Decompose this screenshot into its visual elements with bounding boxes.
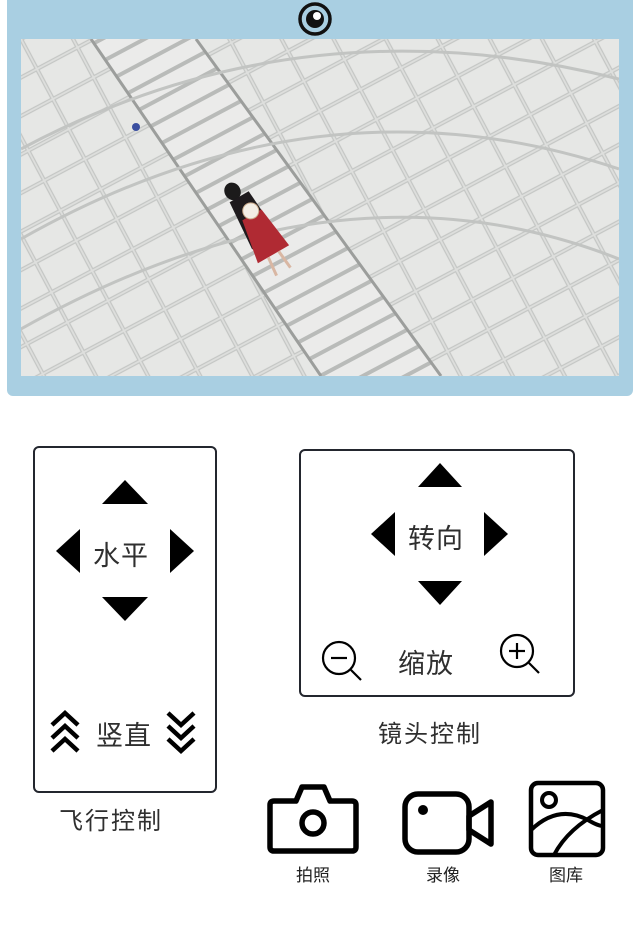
flight-up-arrow[interactable] [101, 479, 149, 505]
lens-up-arrow[interactable] [417, 462, 463, 488]
lens-left-arrow[interactable] [370, 511, 396, 557]
flight-control-panel: 水平 竖直 [33, 446, 217, 793]
video-camera-icon[interactable] [401, 788, 495, 856]
lens-down-arrow[interactable] [417, 580, 463, 606]
flight-left-arrow[interactable] [55, 528, 81, 574]
flight-right-arrow[interactable] [169, 528, 195, 574]
gallery-label: 图库 [549, 866, 583, 886]
lens-control-panel: 转向 缩放 [299, 449, 575, 697]
lens-control-caption: 镜头控制 [378, 720, 482, 748]
lens-right-arrow[interactable] [483, 511, 509, 557]
vertical-label: 竖直 [96, 721, 152, 752]
descend-icon[interactable] [165, 709, 197, 755]
drone-camera-feed [21, 39, 619, 376]
ascend-icon[interactable] [49, 709, 81, 755]
flight-control-caption: 飞行控制 [59, 807, 163, 835]
photo-label: 拍照 [296, 866, 330, 886]
camera-icon[interactable] [266, 781, 360, 855]
flight-down-arrow[interactable] [101, 596, 149, 622]
record-label: 录像 [426, 866, 460, 886]
aerial-photo [21, 39, 619, 376]
zoom-in-icon[interactable] [498, 632, 542, 676]
horizontal-label: 水平 [93, 541, 149, 572]
zoom-label: 缩放 [398, 649, 454, 680]
zoom-out-icon[interactable] [320, 639, 364, 683]
gallery-icon[interactable] [528, 780, 606, 858]
eye-icon[interactable] [298, 2, 332, 36]
rotate-label: 转向 [408, 524, 464, 555]
